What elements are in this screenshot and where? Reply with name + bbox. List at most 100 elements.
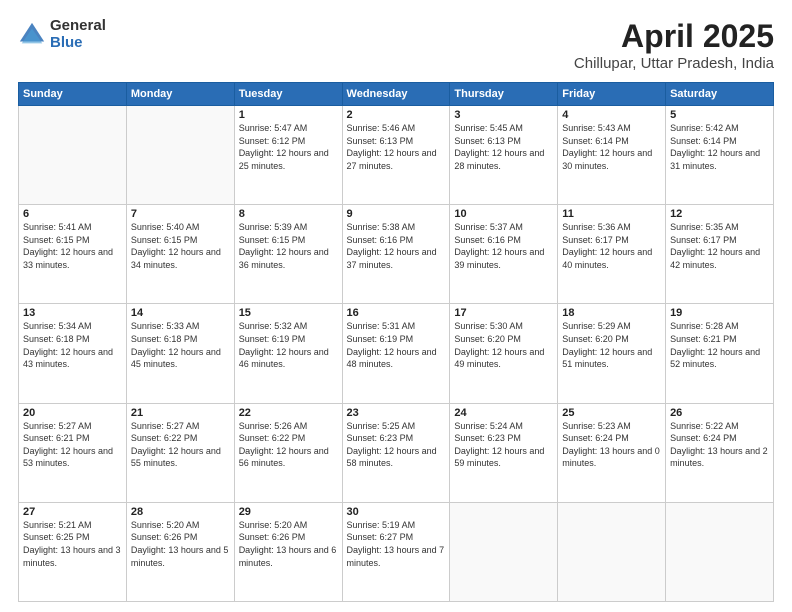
calendar-header-row: Sunday Monday Tuesday Wednesday Thursday… <box>19 83 774 106</box>
table-row: 27Sunrise: 5:21 AM Sunset: 6:25 PM Dayli… <box>19 502 127 601</box>
day-number: 25 <box>562 407 661 419</box>
day-info: Sunrise: 5:26 AM Sunset: 6:22 PM Dayligh… <box>239 420 338 470</box>
day-info: Sunrise: 5:39 AM Sunset: 6:15 PM Dayligh… <box>239 221 338 271</box>
table-row: 4Sunrise: 5:43 AM Sunset: 6:14 PM Daylig… <box>558 106 666 205</box>
day-info: Sunrise: 5:30 AM Sunset: 6:20 PM Dayligh… <box>454 320 553 370</box>
table-row: 16Sunrise: 5:31 AM Sunset: 6:19 PM Dayli… <box>342 304 450 403</box>
day-number: 8 <box>239 208 338 220</box>
day-number: 26 <box>670 407 769 419</box>
day-info: Sunrise: 5:22 AM Sunset: 6:24 PM Dayligh… <box>670 420 769 470</box>
col-thursday: Thursday <box>450 83 558 106</box>
table-row: 23Sunrise: 5:25 AM Sunset: 6:23 PM Dayli… <box>342 403 450 502</box>
col-wednesday: Wednesday <box>342 83 450 106</box>
day-info: Sunrise: 5:43 AM Sunset: 6:14 PM Dayligh… <box>562 122 661 172</box>
col-monday: Monday <box>126 83 234 106</box>
day-number: 13 <box>23 307 122 319</box>
day-number: 14 <box>131 307 230 319</box>
day-info: Sunrise: 5:24 AM Sunset: 6:23 PM Dayligh… <box>454 420 553 470</box>
table-row: 19Sunrise: 5:28 AM Sunset: 6:21 PM Dayli… <box>666 304 774 403</box>
table-row: 25Sunrise: 5:23 AM Sunset: 6:24 PM Dayli… <box>558 403 666 502</box>
day-info: Sunrise: 5:29 AM Sunset: 6:20 PM Dayligh… <box>562 320 661 370</box>
day-info: Sunrise: 5:31 AM Sunset: 6:19 PM Dayligh… <box>347 320 446 370</box>
title-block: April 2025 Chillupar, Uttar Pradesh, Ind… <box>574 18 774 72</box>
table-row <box>126 106 234 205</box>
calendar-row: 20Sunrise: 5:27 AM Sunset: 6:21 PM Dayli… <box>19 403 774 502</box>
logo-icon <box>18 21 46 49</box>
calendar-row: 27Sunrise: 5:21 AM Sunset: 6:25 PM Dayli… <box>19 502 774 601</box>
day-info: Sunrise: 5:33 AM Sunset: 6:18 PM Dayligh… <box>131 320 230 370</box>
table-row: 11Sunrise: 5:36 AM Sunset: 6:17 PM Dayli… <box>558 205 666 304</box>
day-number: 19 <box>670 307 769 319</box>
day-info: Sunrise: 5:27 AM Sunset: 6:21 PM Dayligh… <box>23 420 122 470</box>
day-number: 2 <box>347 109 446 121</box>
table-row: 5Sunrise: 5:42 AM Sunset: 6:14 PM Daylig… <box>666 106 774 205</box>
table-row: 30Sunrise: 5:19 AM Sunset: 6:27 PM Dayli… <box>342 502 450 601</box>
day-number: 28 <box>131 506 230 518</box>
col-friday: Friday <box>558 83 666 106</box>
day-info: Sunrise: 5:41 AM Sunset: 6:15 PM Dayligh… <box>23 221 122 271</box>
day-number: 23 <box>347 407 446 419</box>
day-info: Sunrise: 5:38 AM Sunset: 6:16 PM Dayligh… <box>347 221 446 271</box>
day-number: 30 <box>347 506 446 518</box>
day-number: 16 <box>347 307 446 319</box>
header: General Blue April 2025 Chillupar, Uttar… <box>18 18 774 72</box>
day-info: Sunrise: 5:23 AM Sunset: 6:24 PM Dayligh… <box>562 420 661 470</box>
day-number: 21 <box>131 407 230 419</box>
day-number: 20 <box>23 407 122 419</box>
day-number: 15 <box>239 307 338 319</box>
day-info: Sunrise: 5:20 AM Sunset: 6:26 PM Dayligh… <box>131 519 230 569</box>
day-number: 18 <box>562 307 661 319</box>
table-row: 3Sunrise: 5:45 AM Sunset: 6:13 PM Daylig… <box>450 106 558 205</box>
calendar-table: Sunday Monday Tuesday Wednesday Thursday… <box>18 82 774 602</box>
calendar-row: 1Sunrise: 5:47 AM Sunset: 6:12 PM Daylig… <box>19 106 774 205</box>
calendar-row: 13Sunrise: 5:34 AM Sunset: 6:18 PM Dayli… <box>19 304 774 403</box>
day-info: Sunrise: 5:27 AM Sunset: 6:22 PM Dayligh… <box>131 420 230 470</box>
table-row: 6Sunrise: 5:41 AM Sunset: 6:15 PM Daylig… <box>19 205 127 304</box>
day-info: Sunrise: 5:36 AM Sunset: 6:17 PM Dayligh… <box>562 221 661 271</box>
day-number: 7 <box>131 208 230 220</box>
table-row: 24Sunrise: 5:24 AM Sunset: 6:23 PM Dayli… <box>450 403 558 502</box>
table-row <box>666 502 774 601</box>
day-number: 10 <box>454 208 553 220</box>
table-row: 22Sunrise: 5:26 AM Sunset: 6:22 PM Dayli… <box>234 403 342 502</box>
table-row <box>450 502 558 601</box>
day-info: Sunrise: 5:19 AM Sunset: 6:27 PM Dayligh… <box>347 519 446 569</box>
day-number: 27 <box>23 506 122 518</box>
day-number: 1 <box>239 109 338 121</box>
day-number: 29 <box>239 506 338 518</box>
table-row: 7Sunrise: 5:40 AM Sunset: 6:15 PM Daylig… <box>126 205 234 304</box>
page: General Blue April 2025 Chillupar, Uttar… <box>0 0 792 612</box>
day-number: 3 <box>454 109 553 121</box>
calendar-row: 6Sunrise: 5:41 AM Sunset: 6:15 PM Daylig… <box>19 205 774 304</box>
table-row: 2Sunrise: 5:46 AM Sunset: 6:13 PM Daylig… <box>342 106 450 205</box>
table-row: 15Sunrise: 5:32 AM Sunset: 6:19 PM Dayli… <box>234 304 342 403</box>
logo-text: General Blue <box>50 18 106 51</box>
table-row: 18Sunrise: 5:29 AM Sunset: 6:20 PM Dayli… <box>558 304 666 403</box>
day-info: Sunrise: 5:28 AM Sunset: 6:21 PM Dayligh… <box>670 320 769 370</box>
table-row: 20Sunrise: 5:27 AM Sunset: 6:21 PM Dayli… <box>19 403 127 502</box>
day-info: Sunrise: 5:42 AM Sunset: 6:14 PM Dayligh… <box>670 122 769 172</box>
day-number: 5 <box>670 109 769 121</box>
table-row: 26Sunrise: 5:22 AM Sunset: 6:24 PM Dayli… <box>666 403 774 502</box>
day-info: Sunrise: 5:21 AM Sunset: 6:25 PM Dayligh… <box>23 519 122 569</box>
table-row: 10Sunrise: 5:37 AM Sunset: 6:16 PM Dayli… <box>450 205 558 304</box>
col-tuesday: Tuesday <box>234 83 342 106</box>
table-row: 8Sunrise: 5:39 AM Sunset: 6:15 PM Daylig… <box>234 205 342 304</box>
logo-general-label: General <box>50 18 106 35</box>
table-row: 12Sunrise: 5:35 AM Sunset: 6:17 PM Dayli… <box>666 205 774 304</box>
day-info: Sunrise: 5:20 AM Sunset: 6:26 PM Dayligh… <box>239 519 338 569</box>
day-info: Sunrise: 5:47 AM Sunset: 6:12 PM Dayligh… <box>239 122 338 172</box>
table-row: 1Sunrise: 5:47 AM Sunset: 6:12 PM Daylig… <box>234 106 342 205</box>
page-title: April 2025 <box>574 18 774 55</box>
table-row: 21Sunrise: 5:27 AM Sunset: 6:22 PM Dayli… <box>126 403 234 502</box>
day-info: Sunrise: 5:45 AM Sunset: 6:13 PM Dayligh… <box>454 122 553 172</box>
table-row: 14Sunrise: 5:33 AM Sunset: 6:18 PM Dayli… <box>126 304 234 403</box>
table-row: 29Sunrise: 5:20 AM Sunset: 6:26 PM Dayli… <box>234 502 342 601</box>
page-subtitle: Chillupar, Uttar Pradesh, India <box>574 55 774 72</box>
day-number: 9 <box>347 208 446 220</box>
logo-blue-label: Blue <box>50 35 106 52</box>
day-info: Sunrise: 5:25 AM Sunset: 6:23 PM Dayligh… <box>347 420 446 470</box>
day-number: 17 <box>454 307 553 319</box>
table-row <box>19 106 127 205</box>
day-info: Sunrise: 5:32 AM Sunset: 6:19 PM Dayligh… <box>239 320 338 370</box>
